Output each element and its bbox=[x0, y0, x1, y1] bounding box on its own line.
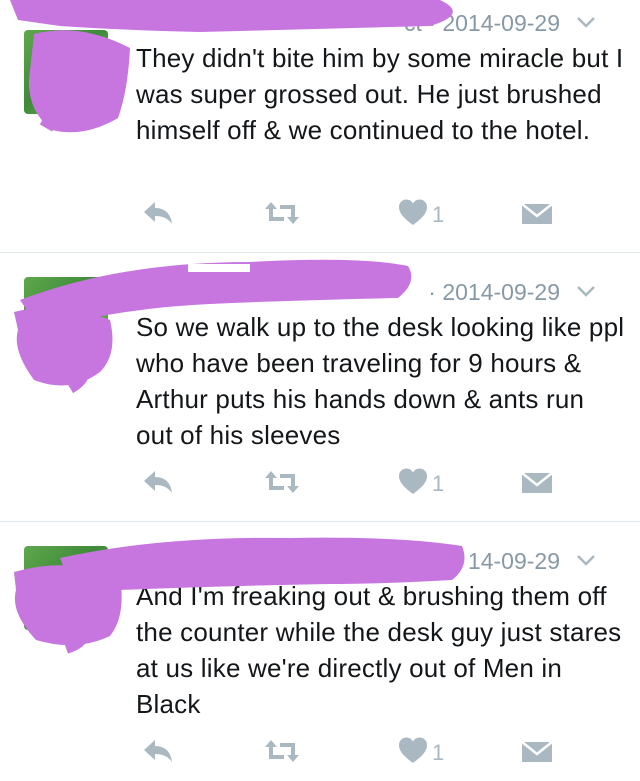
retweet-icon bbox=[265, 202, 299, 224]
message-button[interactable] bbox=[520, 736, 554, 772]
chevron-down-icon[interactable] bbox=[574, 550, 598, 570]
tweet-actions: 1 bbox=[0, 467, 640, 503]
heart-icon bbox=[399, 199, 427, 225]
avatar[interactable] bbox=[24, 30, 108, 114]
envelope-icon bbox=[521, 203, 553, 224]
chevron-down-icon[interactable] bbox=[574, 281, 598, 301]
reply-icon bbox=[144, 740, 172, 762]
heart-icon bbox=[399, 737, 427, 763]
retweet-button[interactable] bbox=[262, 467, 302, 503]
tweet-timestamp[interactable]: 14-09-29 bbox=[468, 548, 560, 575]
tweet-header: · 2014-09-29 bbox=[136, 277, 620, 307]
tweet-1[interactable]: ct · 2014-09-29 They didn't bite him by … bbox=[0, 0, 640, 252]
message-button[interactable] bbox=[520, 467, 554, 503]
tweet-text: They didn't bite him by some miracle but… bbox=[136, 43, 624, 145]
avatar[interactable] bbox=[24, 277, 108, 361]
chevron-down-icon[interactable] bbox=[574, 12, 598, 32]
retweet-icon bbox=[265, 740, 299, 762]
tweet-header: 14-09-29 bbox=[136, 546, 620, 576]
reply-button[interactable] bbox=[140, 198, 176, 234]
message-button[interactable] bbox=[520, 198, 554, 234]
avatar[interactable] bbox=[24, 546, 108, 630]
tweet-text: And I'm freaking out & brushing them off… bbox=[136, 581, 622, 719]
like-button[interactable] bbox=[398, 736, 428, 772]
reply-icon bbox=[144, 202, 172, 224]
tweet-timestamp[interactable]: · 2014-09-29 bbox=[428, 279, 560, 306]
like-count: 1 bbox=[432, 202, 445, 227]
like-count: 1 bbox=[432, 740, 445, 765]
reply-button[interactable] bbox=[140, 736, 176, 772]
like-button[interactable] bbox=[398, 198, 428, 234]
like-button[interactable] bbox=[398, 467, 428, 503]
tweet-3[interactable]: 14-09-29 And I'm freaking out & brushing… bbox=[0, 522, 640, 781]
like-count: 1 bbox=[432, 471, 445, 496]
tweet-actions: 1 bbox=[0, 736, 640, 772]
envelope-icon bbox=[521, 741, 553, 762]
retweet-button[interactable] bbox=[262, 736, 302, 772]
retweet-icon bbox=[265, 471, 299, 493]
envelope-icon bbox=[521, 472, 553, 493]
tweet-header: ct · 2014-09-29 bbox=[136, 8, 620, 38]
tweet-actions: 1 bbox=[0, 198, 640, 234]
reply-button[interactable] bbox=[140, 467, 176, 503]
heart-icon bbox=[399, 468, 427, 494]
retweet-button[interactable] bbox=[262, 198, 302, 234]
tweet-2[interactable]: · 2014-09-29 So we walk up to the desk l… bbox=[0, 253, 640, 521]
tweet-timestamp[interactable]: ct · 2014-09-29 bbox=[404, 10, 560, 37]
reply-icon bbox=[144, 471, 172, 493]
tweet-text: So we walk up to the desk looking like p… bbox=[136, 312, 625, 450]
